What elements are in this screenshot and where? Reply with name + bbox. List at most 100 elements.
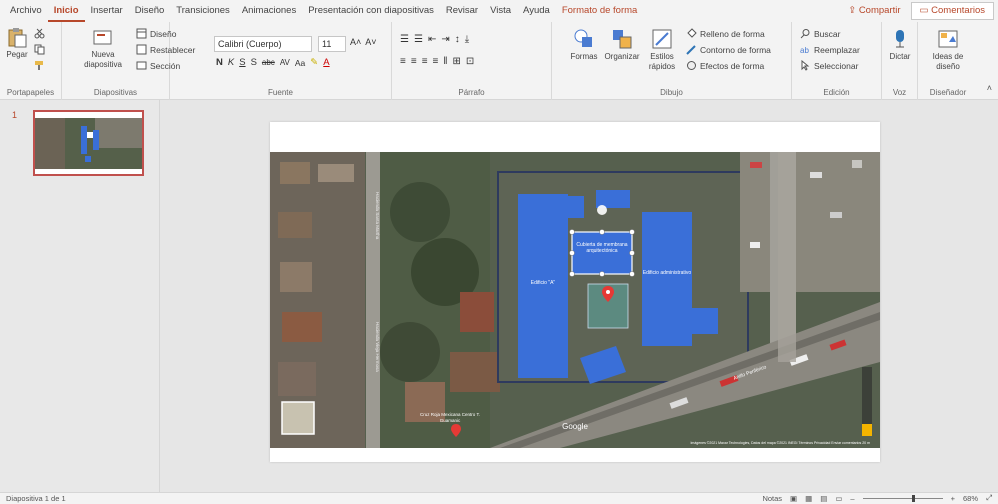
slide-sorter-icon[interactable]: ▦ [805, 494, 812, 503]
voice-label: Voz [892, 88, 907, 97]
tab-inicio[interactable]: Inicio [47, 0, 85, 22]
editing-group: Buscar ab Reemplazar Seleccionar Edición [792, 22, 882, 100]
tab-formato-de-forma[interactable]: Formato de forma [556, 0, 644, 22]
normal-view-icon[interactable]: ▣ [790, 494, 797, 503]
tab-transiciones[interactable]: Transiciones [170, 0, 236, 22]
columns-button[interactable]: ‖ [443, 56, 447, 67]
satellite-map-image[interactable]: Edificio "A" Edificio administrativo Cub… [270, 152, 880, 448]
building-east[interactable] [692, 308, 718, 334]
shrink-font-button[interactable]: A˅ [365, 37, 376, 47]
comments-button[interactable]: ▭ Comentarios [910, 2, 994, 20]
underline-button[interactable]: S [239, 57, 245, 68]
format-painter-button[interactable] [34, 60, 45, 71]
shape-effects-button[interactable]: Efectos de forma [686, 60, 764, 71]
align-right-button[interactable]: ≡ [422, 56, 428, 67]
reset-icon [136, 44, 147, 55]
tab-ayuda[interactable]: Ayuda [517, 0, 556, 22]
svg-text:ab: ab [800, 46, 809, 55]
copy-icon [34, 44, 45, 55]
slide-thumbnail[interactable] [33, 110, 144, 176]
brush-icon [35, 61, 43, 70]
cursor-icon [801, 60, 810, 71]
text-direction-button[interactable]: ⤓ [465, 34, 469, 45]
align-text-button[interactable]: ⊞ [453, 56, 461, 67]
zoom-in-button[interactable]: + [951, 494, 955, 503]
zoom-out-button[interactable]: – [850, 494, 854, 503]
scissors-icon [34, 28, 45, 39]
bullets-button[interactable]: ☰ [400, 34, 409, 45]
fit-to-window-icon[interactable]: ⤢ [986, 493, 992, 503]
tab-presentación-con-diapositivas[interactable]: Presentación con diapositivas [302, 0, 440, 22]
tab-revisar[interactable]: Revisar [440, 0, 484, 22]
smartart-button[interactable]: ⊡ [466, 56, 474, 67]
designer-group: Ideas de diseño Diseñador [918, 22, 978, 100]
reading-view-icon[interactable]: ▤ [820, 494, 827, 503]
building-annex[interactable] [568, 196, 584, 218]
cut-button[interactable] [34, 28, 45, 39]
replace-button[interactable]: ab Reemplazar [800, 44, 860, 56]
tab-animaciones[interactable]: Animaciones [236, 0, 302, 22]
paste-icon [8, 28, 27, 48]
decrease-indent-button[interactable]: ⇤ [428, 34, 436, 45]
paragraph-label: Párrafo [458, 88, 485, 97]
font-size-dropdown[interactable]: 11 [318, 36, 346, 52]
italic-button[interactable]: K [228, 57, 234, 68]
shape-fill-button[interactable]: Relleno de forma [686, 28, 765, 39]
tab-insertar[interactable]: Insertar [85, 0, 129, 22]
status-right: Notas ▣ ▦ ▤ ▭ – + 68% ⤢ [762, 493, 992, 503]
font-label: Fuente [268, 88, 293, 97]
tab-archivo[interactable]: Archivo [4, 0, 48, 22]
align-left-button[interactable]: ≡ [400, 56, 406, 67]
shape-outline-button[interactable]: Contorno de forma [686, 44, 771, 55]
rotate-handle-icon[interactable] [597, 205, 607, 215]
building-admin[interactable] [642, 212, 692, 346]
line-spacing-button[interactable]: ↕ [455, 34, 460, 45]
strikethrough-button[interactable]: abc [262, 58, 275, 67]
copy-button[interactable] [34, 44, 45, 55]
shadow-button[interactable]: S [251, 57, 257, 68]
quick-styles-button[interactable]: Estilos rápidos [644, 28, 680, 72]
arrange-button[interactable]: Organizar [604, 28, 640, 62]
slide[interactable]: Edificio "A" Edificio administrativo Cub… [270, 122, 880, 462]
tab-vista[interactable]: Vista [484, 0, 517, 22]
tab-diseño[interactable]: Diseño [129, 0, 171, 22]
arrange-icon [613, 30, 632, 49]
design-ideas-button[interactable]: Ideas de diseño [928, 28, 968, 72]
font-name-dropdown[interactable]: Calibri (Cuerpo) [214, 36, 312, 52]
notes-button[interactable]: Notas [762, 494, 782, 503]
zoom-slider-knob[interactable] [912, 494, 916, 502]
char-spacing-button[interactable]: AV [280, 58, 290, 67]
clipboard-label: Portapapeles [6, 88, 55, 97]
new-slide-button[interactable]: Nueva diapositiva [82, 26, 124, 70]
font-color-button[interactable]: A [323, 57, 329, 68]
slides-label: Diapositivas [93, 88, 138, 97]
find-button[interactable]: Buscar [800, 28, 840, 39]
pegman-icon[interactable] [862, 424, 872, 436]
map-layer-toggle[interactable] [281, 401, 315, 435]
paste-button[interactable]: Pegar [4, 26, 30, 60]
highlight-button[interactable]: ✎ [310, 57, 318, 68]
increase-indent-button[interactable]: ⇥ [441, 34, 449, 45]
membrane-roof-label: Cubierta de membrana arquitectónica [576, 242, 628, 254]
grow-font-button[interactable]: A˄ [350, 37, 361, 47]
justify-button[interactable]: ≡ [433, 56, 439, 67]
building-a[interactable] [518, 194, 568, 378]
align-center-button[interactable]: ≡ [411, 56, 417, 67]
slide-canvas-area: Edificio "A" Edificio administrativo Cub… [160, 100, 998, 492]
zoom-slider[interactable] [862, 494, 943, 502]
slide-thumbnail-pane: 1 [0, 100, 160, 492]
collapse-ribbon-icon[interactable]: ˄ [987, 83, 992, 93]
change-case-button[interactable]: Aa [295, 58, 305, 68]
shapes-button[interactable]: Formas [570, 28, 598, 62]
microphone-icon [896, 30, 904, 48]
bold-button[interactable]: N [216, 57, 223, 68]
select-button[interactable]: Seleccionar [800, 60, 858, 71]
zoom-level[interactable]: 68% [963, 494, 978, 503]
numbering-button[interactable]: ☰ [414, 34, 423, 45]
slideshow-icon[interactable]: ▭ [835, 494, 842, 503]
comment-icon: ▭ [919, 5, 932, 16]
map-zoom-controls[interactable] [862, 367, 872, 427]
fullscreen-icon[interactable] [852, 160, 862, 168]
dictate-button[interactable]: Dictar [887, 28, 913, 62]
share-button[interactable]: ⇪ Compartir [842, 1, 906, 21]
